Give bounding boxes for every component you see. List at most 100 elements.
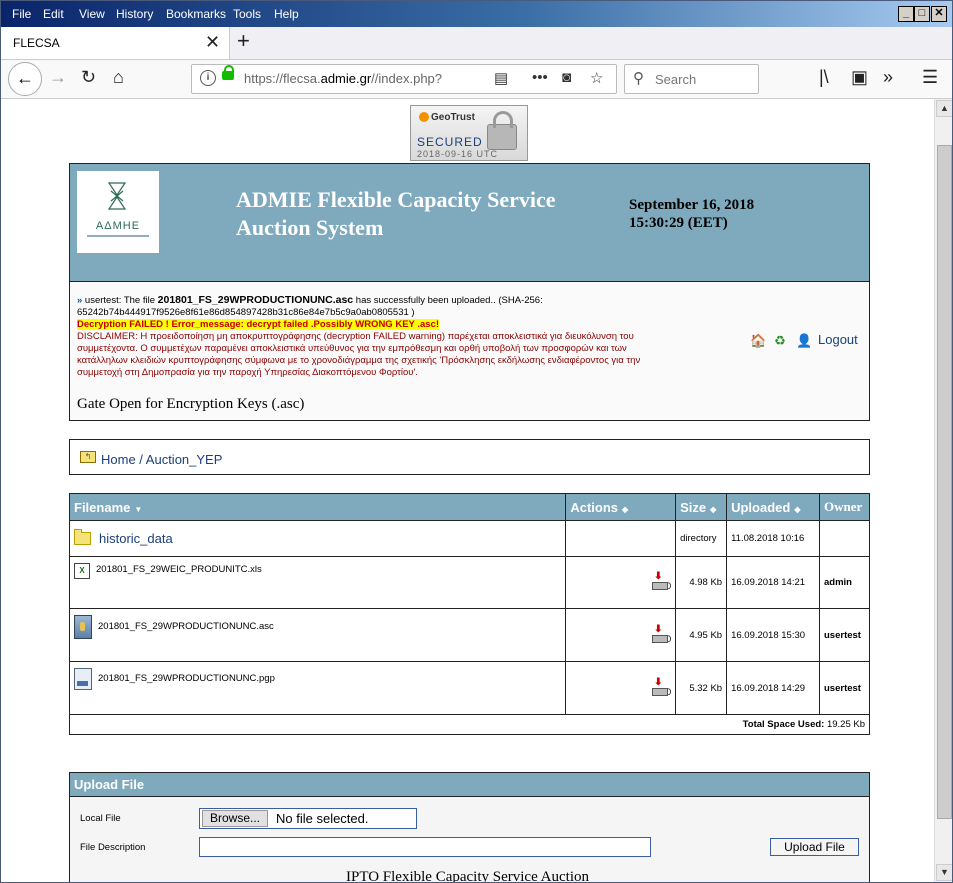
refresh-icon[interactable]: ♻ — [773, 334, 787, 348]
cell-uploaded: 16.09.2018 15:30 — [726, 608, 820, 662]
file-name[interactable]: 201801_FS_29WEIC_PRODUNITC.xls — [96, 563, 262, 575]
back-icon[interactable]: ← — [8, 62, 42, 96]
logo-text: ΑΔΜΗΕ — [95, 220, 141, 232]
padlock-icon — [487, 111, 517, 150]
col-owner: Owner — [819, 493, 870, 521]
menu-view[interactable]: View — [79, 7, 105, 21]
menu-help[interactable]: Help — [274, 7, 299, 21]
forward-icon[interactable]: → — [49, 67, 67, 88]
scroll-thumb[interactable] — [937, 145, 952, 819]
table-row: 201801_FS_29WPRODUCTIONUNC.asc ⬇ 0 4.95 K… — [68, 608, 870, 662]
scroll-down-icon[interactable]: ▼ — [936, 864, 952, 881]
user-icon[interactable]: 👤 — [796, 334, 812, 348]
header-banner: ΑΔΜΗΕ ADMIE Flexible Capacity Service Au… — [70, 164, 869, 282]
lock-icon[interactable] — [222, 65, 234, 80]
cell-actions: ⬇ 0 — [565, 608, 677, 662]
info-icon[interactable]: i — [200, 70, 216, 86]
local-file-label: Local File — [80, 813, 121, 824]
browse-button[interactable]: Browse... — [202, 810, 268, 827]
menu-history[interactable]: History — [116, 7, 153, 21]
menu-file[interactable]: File — [12, 7, 31, 21]
file-name[interactable]: 201801_FS_29WPRODUCTIONUNC.pgp — [98, 668, 275, 684]
minimize-button[interactable]: _ — [898, 6, 914, 22]
sidebar-icon[interactable]: ▣ — [851, 67, 868, 88]
file-picker[interactable]: Browse... No file selected. — [199, 808, 417, 829]
geotrust-seal[interactable]: GeoTrust SECURED 2018-09-16 UTC — [410, 105, 528, 161]
pgp-file-icon — [74, 668, 92, 690]
cell-size: 4.95 Kb — [675, 608, 728, 662]
menu-edit[interactable]: Edit — [43, 7, 64, 21]
search-icon: ⚲ — [633, 70, 644, 87]
cell-actions: ⬇ 0 — [565, 661, 677, 715]
header-messages: » usertest: The file 201801_FS_29WPRODUC… — [70, 282, 869, 420]
col-uploaded[interactable]: Uploaded ◆ — [726, 493, 820, 521]
reload-icon[interactable]: ↻ — [81, 67, 96, 88]
bookmark-star-icon[interactable]: ☆ — [590, 69, 603, 87]
table-row: X 201801_FS_29WEIC_PRODUNITC.xls ⬇ 0 4.98 … — [68, 556, 870, 609]
no-file-text: No file selected. — [276, 811, 369, 826]
logo-mark-icon — [107, 182, 127, 210]
col-actions[interactable]: Actions ◆ — [565, 493, 677, 521]
cell-owner: admin — [819, 556, 870, 609]
col-size[interactable]: Size ◆ — [675, 493, 728, 521]
reader-view-icon[interactable]: ▤ — [494, 69, 508, 87]
pocket-icon[interactable]: ◙ — [562, 69, 571, 86]
cell-owner: usertest — [819, 608, 870, 662]
total-row: Total Space Used: 19.25 Kb — [69, 714, 870, 735]
url-bar[interactable]: i https://flecsa.admie.gr//index.php? ▤ … — [191, 64, 617, 94]
table-row: historic_data directory 11.08.2018 10:16 — [68, 520, 870, 557]
home-icon[interactable]: 🏠 — [750, 334, 766, 348]
overflow-icon[interactable]: » — [883, 67, 893, 88]
footer-text: IPTO Flexible Capacity Service Auction — [345, 869, 589, 882]
file-name[interactable]: 201801_FS_29WPRODUCTIONUNC.asc — [98, 615, 274, 632]
cell-filename[interactable]: X 201801_FS_29WEIC_PRODUNITC.xls — [68, 556, 567, 609]
folder-up-icon[interactable]: ↰ — [80, 451, 96, 463]
search-input[interactable]: ⚲ Search — [624, 64, 759, 94]
gate-status: Gate Open for Encryption Keys (.asc) — [77, 396, 305, 412]
scroll-up-icon[interactable]: ▲ — [936, 100, 952, 117]
download-icon[interactable]: ⬇ — [652, 571, 669, 590]
sort-icon: ◆ — [622, 504, 629, 514]
maximize-button[interactable]: □ — [914, 6, 930, 22]
col-filename[interactable]: Filename ▼ — [68, 493, 567, 521]
url-text[interactable]: https://flecsa.admie.gr//index.php? — [244, 71, 442, 86]
browser-window: File Edit View History Bookmarks Tools H… — [0, 0, 953, 883]
site-title: ADMIE Flexible Capacity Service Auction … — [236, 187, 556, 240]
cell-size: directory — [675, 520, 728, 557]
decryption-failed-message: Decryption FAILED ! Error_message: decry… — [77, 319, 439, 330]
menu-tools[interactable]: Tools — [233, 7, 261, 21]
tab-flecsa[interactable]: FLECSA ✕ — [1, 27, 230, 59]
logout-link[interactable]: Logout — [818, 332, 858, 347]
total-space: Total Space Used: 19.25 Kb — [69, 714, 870, 735]
cell-owner — [819, 520, 870, 557]
tab-strip: FLECSA ✕ + — [1, 27, 952, 60]
vertical-scrollbar[interactable]: ▲ ▼ — [934, 99, 952, 882]
page-actions-icon[interactable]: ••• — [532, 69, 548, 86]
file-description-field[interactable] — [199, 837, 651, 857]
cell-owner: usertest — [819, 661, 870, 715]
cell-filename[interactable]: 201801_FS_29WPRODUCTIONUNC.asc — [68, 608, 567, 662]
cell-uploaded: 11.08.2018 10:16 — [726, 520, 820, 557]
close-tab-icon[interactable]: ✕ — [205, 32, 220, 53]
seal-date: 2018-09-16 UTC — [417, 149, 499, 159]
breadcrumb-path[interactable]: Home / Auction_YEP — [101, 452, 222, 467]
upload-file-button[interactable]: Upload File — [770, 838, 859, 856]
header-box: ΑΔΜΗΕ ADMIE Flexible Capacity Service Au… — [69, 163, 870, 421]
close-window-button[interactable]: ✕ — [931, 6, 947, 22]
cell-uploaded: 16.09.2018 14:21 — [726, 556, 820, 609]
hamburger-menu-icon[interactable]: ☰ — [922, 67, 938, 88]
search-placeholder: Search — [655, 72, 697, 87]
download-icon[interactable]: ⬇ — [652, 677, 669, 696]
menu-bookmarks[interactable]: Bookmarks — [166, 7, 226, 21]
cell-actions: ⬇ 0 — [565, 556, 677, 609]
xls-file-icon: X — [74, 563, 90, 579]
home-icon[interactable]: ⌂ — [113, 67, 124, 88]
directory-link[interactable]: historic_data — [99, 531, 173, 546]
server-clock: September 16, 2018 15:30:29 (EET) — [629, 196, 754, 232]
page-viewport: GeoTrust SECURED 2018-09-16 UTC ΑΔΜΗΕ AD… — [1, 99, 934, 882]
new-tab-icon[interactable]: + — [237, 28, 250, 54]
library-icon[interactable]: |\ — [819, 67, 829, 88]
cell-filename[interactable]: historic_data — [68, 520, 567, 557]
cell-filename[interactable]: 201801_FS_29WPRODUCTIONUNC.pgp — [68, 661, 567, 715]
download-icon[interactable]: ⬇ — [652, 624, 669, 643]
